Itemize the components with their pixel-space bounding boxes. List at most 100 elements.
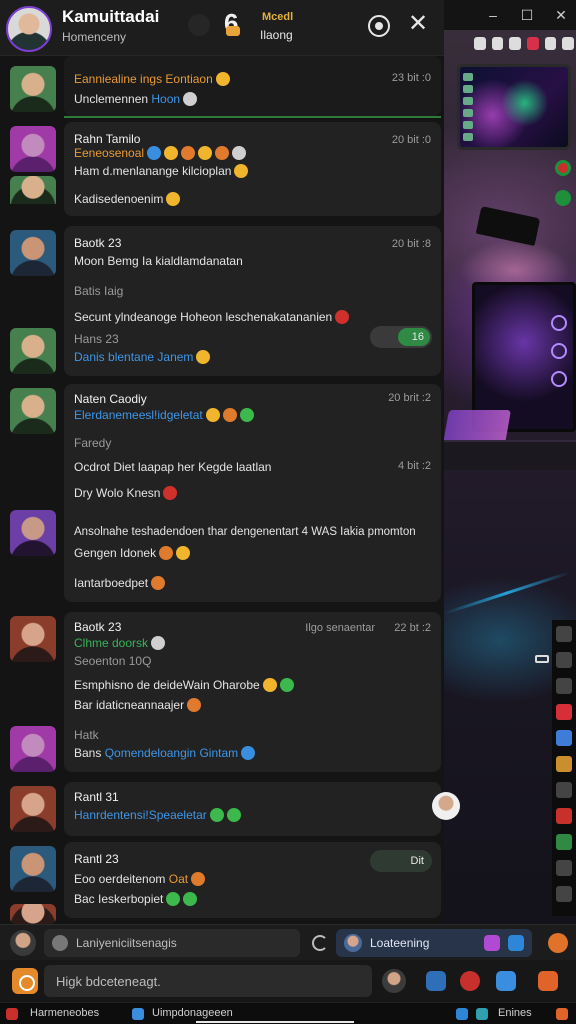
message-input[interactable]: Higk bdceteneagt. [44,965,372,997]
app-icon[interactable] [556,756,572,772]
emoji-icon[interactable] [548,933,568,953]
app-icon[interactable] [556,782,572,798]
message-text: Iantarboedpet [74,576,166,590]
message-text: Bar idaticneannaajer [74,698,202,712]
record-icon[interactable] [460,971,480,991]
message-text: Eanniealine ings Eontiaon [74,72,230,86]
message-text: Hatk [74,728,99,742]
message-text: Seoenton 10Q [74,654,152,668]
status-dot [555,160,571,176]
message-note: Ilgo senaentar [305,622,375,634]
tray-icon[interactable] [474,36,486,50]
avatar[interactable] [10,904,56,924]
app-icon[interactable] [556,652,572,668]
app-badge[interactable]: 6 [224,8,241,39]
avatar[interactable] [10,616,56,662]
message-bubble[interactable]: Eanniealine ings Eontiaon Unclemennen Ho… [64,56,441,116]
close-icon[interactable]: ✕ [408,10,428,38]
app-icon[interactable] [132,1008,144,1020]
app-icon[interactable] [508,935,524,951]
target-icon[interactable] [368,15,390,37]
avatar[interactable] [6,6,52,52]
avatar[interactable] [10,930,36,956]
tray-icon[interactable] [509,36,522,50]
avatar[interactable] [10,786,56,832]
sticker-icon[interactable] [426,971,446,991]
toggle-switch[interactable]: Dit [370,850,432,872]
app-icon[interactable] [484,935,500,951]
message-link[interactable]: Danis blentane Janem [74,350,211,364]
message-link[interactable]: Hoon [151,92,180,106]
keyboard [443,410,511,444]
composer-placeholder: Higk bdceteneagt. [56,974,161,989]
app-icon[interactable] [556,886,572,902]
reply-input[interactable]: Laniyeniciitsenagis [44,929,300,957]
timestamp: 20 brit :2 [388,392,431,404]
tray-icon[interactable] [562,36,575,50]
message-link[interactable]: Qomendeloangin Gintam [105,746,238,760]
chat-icon[interactable] [496,971,516,991]
progress-bar [196,1021,354,1023]
app-icon[interactable] [476,1008,488,1020]
app-icon[interactable] [556,730,572,746]
neon-strip [443,571,571,615]
sender-role: Eeneosenoal [74,146,247,160]
tray-icon[interactable] [544,36,557,50]
minimize-icon[interactable] [535,655,549,663]
chat-subtitle: Homenceny [62,30,127,44]
avatar[interactable] [10,726,56,772]
message-composer: Higk bdceteneagt. [0,960,576,1002]
app-icon[interactable] [556,704,572,720]
message-text: Moon Bemg Ia kialdlamdanatan [74,254,243,268]
desktop-window-controls: – ☐ ✕ [440,0,576,30]
message-text: Faredy [74,436,112,450]
avatar[interactable] [382,969,406,993]
avatar[interactable] [10,176,56,204]
app-icon[interactable] [556,860,572,876]
app-icon[interactable] [456,1008,468,1020]
message-bubble[interactable]: Rantl 23 Eoo oerdeitenom Oat Bac Ieskerb… [64,842,441,918]
chat-window: Kamuittadai Homenceny 6 Mcedl Ilaong ✕ E… [0,0,460,924]
avatar[interactable] [10,510,56,556]
app-icon[interactable] [6,1008,18,1020]
app-icon[interactable] [556,808,572,824]
gift-icon[interactable] [538,971,558,991]
message-text: Ocdrot Diet laapap her Kegde laatlan [74,460,272,474]
timestamp: 20 bit :8 [391,238,431,250]
app-icon[interactable] [556,626,572,642]
user-avatar-floating[interactable] [432,792,460,820]
chat-title: Kamuittadai [62,7,160,26]
toggle-switch[interactable]: 16 [370,326,432,348]
avatar[interactable] [10,846,56,892]
avatar[interactable] [10,388,56,434]
taskbar-item[interactable]: Enines [498,1007,532,1019]
tray-icon[interactable] [527,36,539,50]
message-text: Eoo oerdeitenom Oat [74,872,206,886]
avatar[interactable] [10,126,56,172]
message-bubble[interactable]: Rantl 31 Hanrdentensi!Speaeletar [64,782,441,836]
message-bubble[interactable]: Baotk 23 Clhme doorsk Seoenton 10Q Esmph… [64,612,441,772]
minimize-icon[interactable]: – [486,8,500,22]
tray-icon[interactable] [491,36,504,50]
avatar[interactable] [10,328,56,374]
message-bubble[interactable]: Baotk 23 Moon Bemg Ia kialdlamdanatan Ba… [64,226,441,376]
app-icon[interactable] [556,678,572,694]
timestamp: 23 bit :0 [391,72,431,84]
taskbar-item[interactable]: Uimpdonageeen [152,1007,233,1019]
game-preview-thumbnail[interactable] [457,64,571,150]
taskbar-item[interactable]: Harmeneobes [30,1007,99,1019]
close-icon[interactable]: ✕ [554,8,568,22]
timestamp: 20 bit :0 [391,134,431,146]
message-bubble[interactable]: Rahn Tamilo Eeneosenoal Ham d.menlanange… [64,122,441,216]
avatar[interactable] [10,66,56,112]
message-bubble[interactable]: Naten Caodiy Elerdanemeesl!idgeletat Far… [64,384,441,602]
app-icon[interactable] [556,834,572,850]
maximize-icon[interactable]: ☐ [520,8,534,22]
listening-indicator[interactable]: Loateening [336,929,532,957]
header-label: Mcedl [262,11,294,23]
avatar[interactable] [10,230,56,276]
app-icon[interactable] [556,1008,568,1020]
sender-name: Rantl 31 [74,790,119,804]
message-text: Batis Iaig [74,284,124,298]
plus-icon[interactable] [12,968,38,994]
